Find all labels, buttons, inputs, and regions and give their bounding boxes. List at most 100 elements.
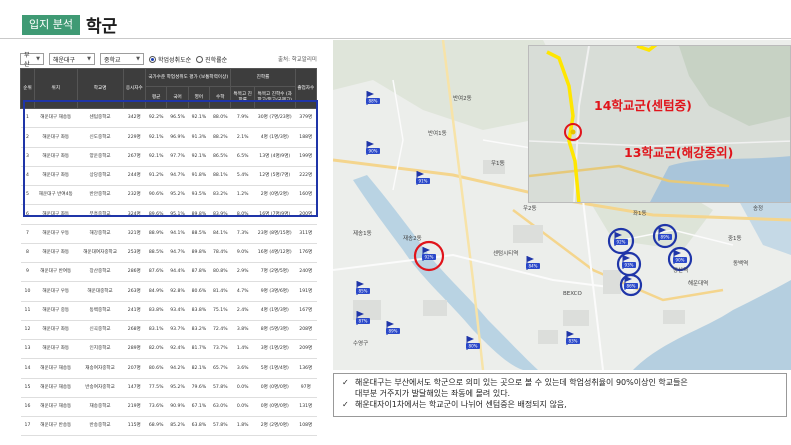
cell-advance-count: 7명 (2명/5명) [254, 262, 296, 283]
cell-examinees: 321명 [123, 224, 146, 244]
cell-location: 해운대구 우동 [34, 281, 78, 302]
cell-english: 83.8% [188, 301, 210, 321]
cell-advance-count: 9명 (3명/6명) [254, 281, 296, 302]
region-select[interactable]: 부산 ▼ [20, 52, 44, 68]
cell-english: 88.5% [188, 224, 210, 244]
map-label: 반여1동 [428, 129, 447, 137]
cell-korean: 90.9% [166, 397, 189, 418]
table-row: 16 해운대구 재송동 재송중학교 219명 73.6% 90.9% 67.1% 63.0% 0… [20, 397, 317, 418]
cell-graduates: 208명 [295, 320, 317, 341]
school-level-select-value: 중학교 [104, 56, 121, 64]
cell-location: 해운대구 좌동 [34, 320, 78, 341]
cell-advance-count: 3명 (1명/2명) [254, 339, 296, 360]
cell-graduates: 97명 [295, 378, 317, 398]
cell-graduates: 191명 [295, 281, 317, 302]
marker-rate: 92% [617, 240, 626, 245]
cell-rank: 11 [20, 301, 35, 321]
cell-avg: 83.1% [145, 320, 167, 341]
cell-avg: 73.6% [145, 397, 167, 418]
cell-avg: 82.0% [145, 339, 167, 360]
cell-avg: 77.5% [145, 378, 167, 398]
inset-map [528, 45, 791, 203]
cell-english: 87.8% [188, 262, 210, 283]
cell-advance-rate: 1.8% [230, 416, 255, 437]
marker-rate: 93% [625, 263, 634, 268]
top-schools-highlight [23, 100, 318, 217]
cell-english: 83.2% [188, 320, 210, 341]
cell-math: 72.4% [209, 320, 231, 341]
cell-math: 57.8% [209, 416, 231, 437]
cell-examinees: 263명 [123, 281, 146, 302]
cell-english: 81.7% [188, 339, 210, 360]
header-divider [0, 38, 791, 39]
cell-rank: 12 [20, 320, 35, 341]
cell-avg: 83.8% [145, 301, 167, 321]
cell-location: 해운대구 좌동 [34, 339, 78, 360]
sort-achievement-radio[interactable]: 학업성취도순 [149, 55, 191, 64]
cell-graduates: 209명 [295, 339, 317, 360]
table-row: 15 해운대구 재송동 반송여자중학교 147명 77.5% 95.2% 79.6% 57.8… [20, 378, 317, 398]
map-label: 동백역 [733, 259, 748, 267]
cell-rank: 9 [20, 262, 35, 283]
cell-graduates: 167명 [295, 301, 317, 321]
map-label: 반여2동 [453, 94, 472, 102]
cell-math: 81.4% [209, 281, 231, 302]
cell-avg: 87.6% [145, 262, 167, 283]
cell-examinees: 268명 [123, 320, 146, 341]
cell-rank: 13 [20, 339, 35, 360]
section-tag: 입지 분석 [22, 15, 80, 35]
cell-korean: 95.2% [166, 378, 189, 398]
cell-korean: 92.8% [166, 281, 189, 302]
cell-location: 해운대구 우동 [34, 224, 78, 244]
cell-english: 67.1% [188, 397, 210, 418]
cell-rank: 16 [20, 397, 35, 418]
table-row: 14 해운대구 재송동 재송여자중학교 207명 80.6% 94.2% 82.1% 65.7… [20, 358, 317, 379]
cell-avg: 88.5% [145, 243, 167, 264]
cell-graduates: 136명 [295, 358, 317, 379]
data-source: 출처: 학교알리미 [277, 57, 317, 63]
cell-graduates: 176명 [295, 243, 317, 264]
cell-advance-count: 23명 (8명/15명) [254, 224, 296, 244]
cell-location: 해운대구 재송동 [34, 358, 78, 379]
note-text: 해운대구는 부산에서도 학군으로 의미 있는 곳으로 볼 수 있는데 학업성취율… [355, 378, 688, 387]
map-label: BEXCO [563, 291, 582, 297]
marker-rate: 87% [359, 319, 368, 324]
cell-advance-rate: 9.0% [230, 243, 255, 264]
chevron-down-icon: ▼ [136, 56, 140, 62]
district-select[interactable]: 해운대구 ▼ [49, 53, 95, 65]
table-row: 9 해운대구 반여동 장산중학교 286명 87.6% 94.4% 87.8% 80.8% 2.… [20, 262, 317, 283]
cell-examinees: 253명 [123, 243, 146, 264]
marker-rate: 83% [569, 339, 578, 344]
cell-advance-rate: 3.8% [230, 320, 255, 341]
map-label: 우1동 [491, 160, 505, 167]
cell-location: 해운대구 중동 [34, 301, 78, 321]
cell-advance-count: 8명 (5명/3명) [254, 320, 296, 341]
col-achievement: 국가수준 학업성취도 평가 (보통학력이상) [144, 68, 232, 87]
table-row: 17 해운대구 반송동 반송중학교 115명 68.9% 85.2% 63.8% 57.8% 1… [20, 416, 317, 437]
check-icon: ✓ [342, 400, 349, 409]
sort-advance-radio[interactable]: 진학률순 [196, 55, 227, 64]
cell-examinees: 219명 [123, 397, 146, 418]
note-item: ✓ 해운대구는 부산에서도 학군으로 의미 있는 곳으로 볼 수 있는데 학업성… [342, 377, 778, 388]
cell-examinees: 241명 [123, 301, 146, 321]
school-level-select[interactable]: 중학교 ▼ [100, 53, 144, 65]
chevron-down-icon: ▼ [36, 56, 40, 62]
cell-graduates: 108명 [295, 416, 317, 437]
cell-korean: 94.2% [166, 358, 189, 379]
map-label: 장산역 [673, 266, 688, 274]
cell-school: 반송여자중학교 [77, 378, 124, 398]
region-select-value: 부산 [24, 52, 30, 68]
cell-korean: 93.4% [166, 301, 189, 321]
cell-rank: 14 [20, 358, 35, 379]
note-text: 대부분 거주지가 발달해있는 좌동에 몰려 있다. [355, 389, 511, 398]
cell-graduates: 131명 [295, 397, 317, 418]
analysis-notes: ✓ 해운대구는 부산에서도 학군으로 의미 있는 곳으로 볼 수 있는데 학업성… [333, 373, 787, 417]
cell-advance-rate: 0.0% [230, 378, 255, 398]
cell-avg: 84.9% [145, 281, 167, 302]
marker-rate: 89% [661, 235, 670, 240]
table-row: 7 해운대구 우동 해강중학교 321명 88.9% 94.1% 88.5% 84.1% 7.3… [20, 224, 317, 244]
map-label: 센텀시티역 [493, 249, 518, 257]
note-item: ✓ 해운대자이1차에서는 학교군이 나뉘어 센텀중은 배정되지 않음, [342, 399, 778, 410]
map-label: 해운대역 [688, 279, 708, 287]
cell-korean: 94.1% [166, 224, 189, 244]
